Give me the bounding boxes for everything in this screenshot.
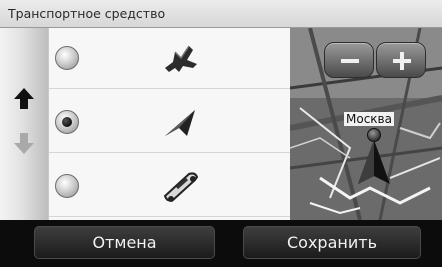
title-bar: Транспортное средство <box>0 0 442 28</box>
vehicle-list <box>48 28 290 220</box>
zoom-in-button[interactable] <box>376 42 426 78</box>
save-button[interactable]: Сохранить <box>243 226 421 259</box>
page-title: Транспортное средство <box>8 6 166 21</box>
car-icon <box>163 172 199 202</box>
radio-button[interactable] <box>55 110 79 134</box>
city-label: Москва <box>344 112 394 126</box>
vehicle-position-icon <box>358 140 390 184</box>
action-bar: Отмена Сохранить <box>0 220 442 267</box>
radio-button[interactable] <box>55 46 79 70</box>
list-item[interactable] <box>49 28 290 89</box>
map-preview[interactable]: Москва <box>290 28 442 220</box>
minus-icon <box>341 59 359 63</box>
zoom-out-button[interactable] <box>324 42 374 78</box>
airplane-icon <box>165 45 197 72</box>
cancel-button[interactable]: Отмена <box>34 226 215 259</box>
arrow-down-icon[interactable] <box>10 130 38 158</box>
list-item[interactable] <box>49 92 290 153</box>
arrow-up-icon[interactable] <box>10 84 38 112</box>
scroll-rail <box>0 28 48 220</box>
arrow-chevron-icon <box>165 110 195 136</box>
plus-icon <box>393 52 411 70</box>
radio-selected-dot <box>62 117 72 127</box>
radio-button[interactable] <box>55 174 79 198</box>
list-item[interactable] <box>49 156 290 217</box>
